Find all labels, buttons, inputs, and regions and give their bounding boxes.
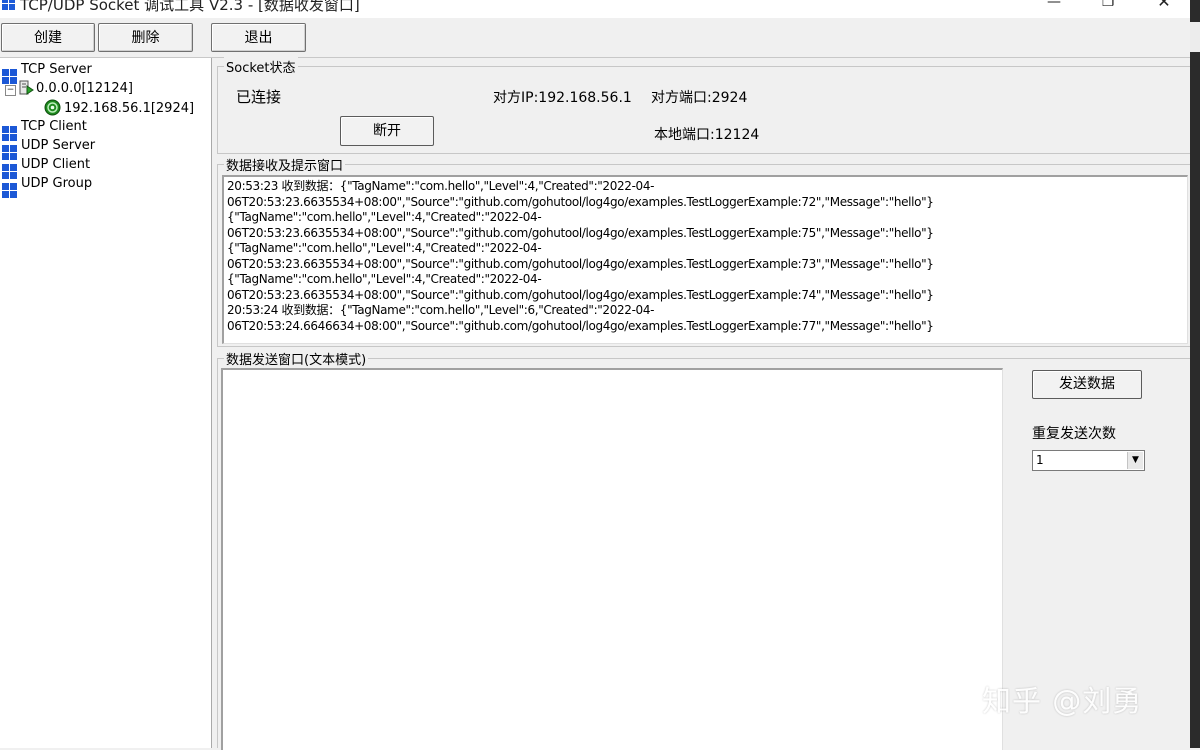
exit-button[interactable]: 退出 [211,23,306,52]
connection-icon [44,99,61,116]
receive-textarea[interactable]: 20:53:23 收到数据：{"TagName":"com.hello","Le… [222,175,1188,344]
tree-item-client-node[interactable]: 192.168.56.1[2924] [44,99,195,117]
disconnect-button[interactable]: 断开 [340,116,434,146]
repeat-count-value: 1 [1036,453,1044,467]
repeat-count-select[interactable]: 1 ▼ [1032,450,1145,471]
close-button[interactable]: ✕ [1144,0,1184,16]
grid-icon [2,183,17,198]
delete-button[interactable]: 删除 [98,23,193,52]
remote-port: 对方端口:2924 [651,90,748,106]
connection-state: 已连接 [236,88,282,106]
tree-item-tcp-client[interactable]: TCP Client [2,118,87,141]
adjacent-window-strip [1190,0,1200,748]
remote-ip: 对方IP:192.168.56.1 [493,90,632,106]
create-button[interactable]: 创建 [1,23,95,52]
receive-group: 数据接收及提示窗口 20:53:23 收到数据：{"TagName":"com.… [217,155,1191,347]
local-port: 本地端口:12124 [654,127,760,143]
window-title: TCP/UDP Socket 调试工具 V2.3 - [数据收发窗口] [20,0,360,14]
receive-label: 数据接收及提示窗口 [224,155,346,174]
tree-item-label: 0.0.0.0[12124] [36,81,133,96]
tree-item-label: UDP Server [21,138,96,153]
app-icon [2,0,16,10]
repeat-count-label: 重复发送次数 [1032,426,1116,442]
socket-status-label: Socket状态 [224,57,298,76]
maximize-button[interactable]: ❐ [1088,0,1128,16]
tree-item-label: 192.168.56.1[2924] [64,101,195,116]
tree-item-server-node[interactable]: − 0.0.0.0[12124] [5,80,133,98]
toolbar: 创建 删除 退出 [0,19,1190,58]
collapse-icon[interactable]: − [5,85,16,96]
minimize-button[interactable]: — [1034,0,1074,16]
tree-item-udp-client[interactable]: UDP Client [2,156,91,179]
send-textarea[interactable] [221,368,1003,750]
socket-status-group: Socket状态 已连接 对方IP:192.168.56.1 对方端口:2924… [217,57,1191,154]
tree-item-label: UDP Client [21,157,91,172]
receive-text: 20:53:23 收到数据：{"TagName":"com.hello","Le… [227,179,934,333]
tree-item-udp-group[interactable]: UDP Group [2,175,93,198]
tree-item-udp-server[interactable]: UDP Server [2,137,96,160]
title-bar: TCP/UDP Socket 调试工具 V2.3 - [数据收发窗口] — ❐ … [0,0,1200,18]
tree-item-tcp-server[interactable]: TCP Server [2,61,92,84]
send-button[interactable]: 发送数据 [1032,370,1142,399]
server-icon [19,80,34,95]
socket-tree: TCP Server − 0.0.0.0[12124] 192.168.56.1[… [0,58,212,748]
tree-item-label: UDP Group [21,176,93,191]
tree-item-label: TCP Server [21,62,92,77]
watermark: 知乎 @刘勇 [982,684,1143,718]
send-label: 数据发送窗口(文本模式) [224,349,369,368]
chevron-down-icon[interactable]: ▼ [1127,452,1143,469]
tree-item-label: TCP Client [21,119,87,134]
